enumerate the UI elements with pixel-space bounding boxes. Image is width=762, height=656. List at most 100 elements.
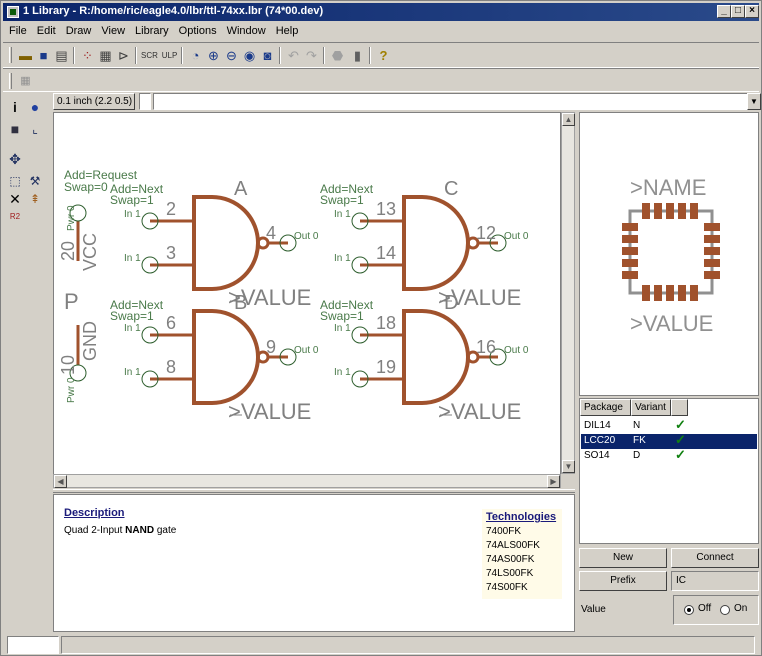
print-icon[interactable]: ▤ [53,47,70,64]
pad [690,203,698,219]
change-icon[interactable]: ⚒ [25,171,45,191]
value-on-radio[interactable] [720,605,730,615]
description-text-suffix: gate [154,525,177,536]
scroll-up-arrow[interactable]: ▲ [562,113,575,126]
package-cell: SO14 [584,450,610,461]
horizontal-scrollbar[interactable]: ◀ ▶ [53,474,561,488]
scroll-left-arrow[interactable]: ◀ [54,475,67,488]
new-button[interactable]: New [579,548,667,568]
gate-name-label: D [444,292,458,314]
value-off-radio[interactable] [684,605,694,615]
toolbar-separator [369,47,371,64]
pin-label: Pwr 0 [66,377,77,403]
zoom-fit-icon[interactable]: ◔ [187,47,204,64]
move-icon[interactable]: ✥ [5,149,25,169]
show-icon[interactable]: ● [25,97,45,117]
ulp-icon[interactable]: ULP [161,47,178,64]
technologies-link[interactable]: Technologies [482,509,562,525]
table-row[interactable]: SO14 D ✓ [581,447,757,464]
prefix-button[interactable]: Prefix [579,571,667,591]
menu-view[interactable]: View [95,22,129,37]
save-icon[interactable]: ■ [35,47,52,64]
close-button[interactable]: × [745,5,759,18]
connect-button[interactable]: Connect [671,548,759,568]
info-icon[interactable]: i [5,97,25,117]
schematic-icon[interactable]: ▦ [97,47,114,64]
status-bar [3,635,759,655]
schematic-drawing[interactable]: In 1 2 In 1 3 4 Out 0 A >VALUE In 1 6 In 1 8 9 Out 0 B… [54,113,561,488]
menu-window[interactable]: Window [221,22,270,37]
menu-options[interactable]: Options [173,22,221,37]
value-off-label[interactable]: Off [698,603,711,614]
status-message [61,636,755,654]
zoom-select-icon[interactable]: ◙ [259,47,276,64]
pad [678,285,686,301]
display-icon[interactable]: ■ [5,119,25,139]
menu-draw[interactable]: Draw [60,22,96,37]
pin-number: 9 [266,337,276,357]
menu-file[interactable]: File [3,22,31,37]
scroll-down-arrow[interactable]: ▼ [562,460,575,473]
grid-display[interactable]: 0.1 inch (2.2 0.5) [53,93,135,110]
vertical-scrollbar[interactable]: ▲ ▼ [561,112,575,474]
package-preview-drawing: >NAME >VALUE [622,175,720,336]
scroll-right-arrow[interactable]: ▶ [547,475,560,488]
toolbar-separator [135,47,137,64]
redo-icon[interactable]: ↷ [303,47,320,64]
help-icon[interactable]: ? [375,47,392,64]
zoom-out-icon[interactable]: ⊖ [223,47,240,64]
zoom-in-icon[interactable]: ⊕ [205,47,222,64]
menu-edit[interactable]: Edit [31,22,60,37]
pane-splitter[interactable] [53,489,575,493]
maximize-button[interactable]: □ [731,5,745,18]
value-radio-group: Off On [673,595,759,625]
pad [622,235,638,243]
title-bar[interactable]: 1 Library - R:/home/ric/eagle4.0/lbr/ttl… [3,3,759,21]
description-link[interactable]: Description [64,507,125,519]
schematic-canvas[interactable]: In 1 2 In 1 3 4 Out 0 A >VALUE In 1 6 In 1 8 9 Out 0 B… [53,112,561,488]
check-icon: ✓ [675,417,686,432]
menu-library[interactable]: Library [129,22,173,37]
minimize-button[interactable]: _ [717,5,731,18]
zoom-redraw-icon[interactable]: ◉ [241,47,258,64]
stop-icon[interactable]: ⬣ [329,47,346,64]
script-icon[interactable]: SCR [141,47,158,64]
pin-number: 16 [476,337,496,357]
lcc-outline [628,209,714,295]
group-icon[interactable]: ⬚ [5,171,25,191]
pad [704,259,720,267]
pin-label: In 1 [334,323,351,334]
column-header-variant[interactable]: Variant [631,399,671,416]
undo-icon[interactable]: ↶ [285,47,302,64]
toolbar-grip[interactable] [9,47,12,63]
package-cell: LCC20 [584,435,616,446]
grid-icon[interactable]: ▦ [17,73,34,90]
toolbar-grip[interactable] [9,73,12,89]
window-title: 1 Library - R:/home/ric/eagle4.0/lbr/ttl… [23,5,324,17]
package-icon[interactable]: ⊳ [115,47,132,64]
menu-help[interactable]: Help [270,22,303,37]
app-icon[interactable] [7,6,19,18]
table-row[interactable]: DIL14 N ✓ [581,417,757,434]
command-line-input[interactable] [153,93,751,110]
table-row[interactable]: LCC20 FK ✓ [581,432,757,449]
pin-label: Out 0 [504,231,529,242]
value-on-label[interactable]: On [734,603,747,614]
add-icon[interactable]: ⇞ [25,189,45,209]
name-icon[interactable]: R2 [5,207,25,227]
pad [704,247,720,255]
column-header-check[interactable] [671,399,688,416]
pin-label: In 1 [334,367,351,378]
mark-icon[interactable]: ⌞ [25,119,45,139]
delete-icon[interactable]: ✕ [5,189,25,209]
prefix-field[interactable]: IC [671,571,759,591]
command-history-dropdown[interactable]: ▼ [747,93,761,110]
board-icon[interactable]: ⁘ [79,47,96,64]
column-header-package[interactable]: Package [580,399,631,416]
open-icon[interactable]: ▬ [17,47,34,64]
pad [654,203,662,219]
variant-cell: D [633,450,641,461]
variant-cell: N [633,420,641,431]
go-icon[interactable]: ▮ [349,47,366,64]
coordinate-box [139,93,151,110]
